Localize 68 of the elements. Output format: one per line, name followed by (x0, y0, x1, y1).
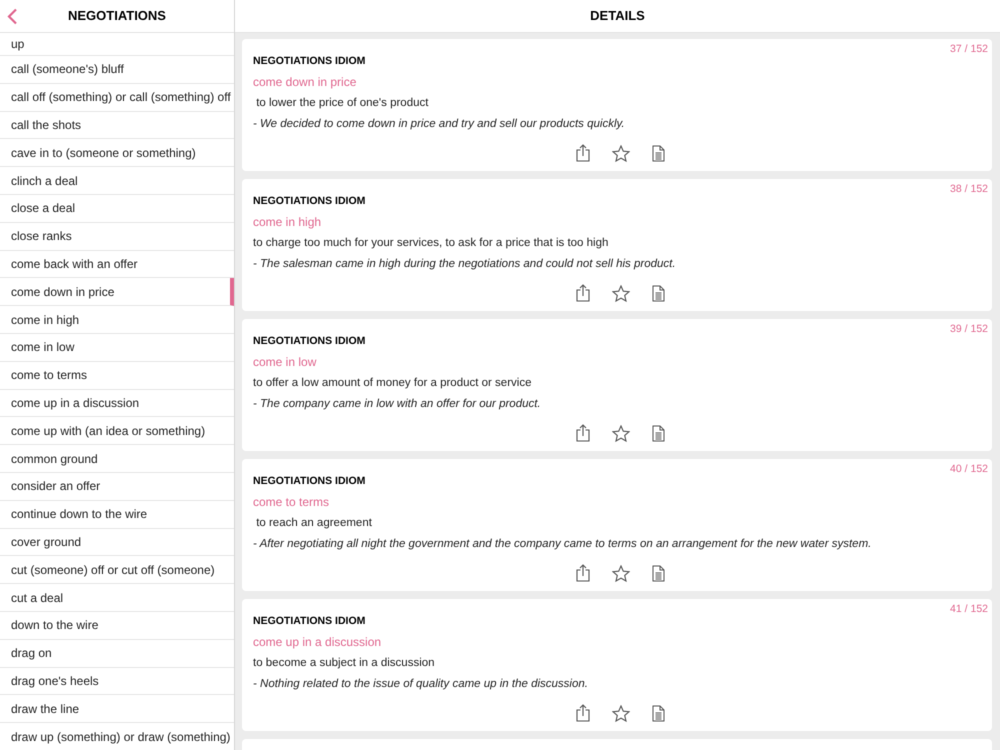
document-icon[interactable] (652, 704, 665, 722)
example-text: - Nothing related to the issue of quality came up in the discussion. (253, 677, 588, 692)
counter: 39 / 152 (950, 322, 988, 337)
counter: 40 / 152 (950, 462, 988, 477)
idiom-term: come in high (253, 215, 322, 230)
list-item[interactable]: cover ground (0, 528, 234, 556)
star-icon[interactable] (612, 564, 630, 582)
list-item[interactable]: call off (something) or call (something) off (0, 84, 234, 112)
share-icon[interactable] (576, 704, 590, 722)
list-item[interactable]: down to the wire (0, 612, 234, 640)
category-label: NEGOTIATIONS IDIOM (253, 474, 366, 488)
definition-text: to lower the price of one's product (255, 96, 428, 111)
list-item[interactable]: cave in to (someone or something) (0, 139, 234, 168)
idiom-term: come up in a discussion (253, 635, 382, 650)
list-item[interactable]: close a deal (0, 194, 234, 223)
star-icon[interactable] (612, 284, 630, 302)
list-item[interactable]: cut (someone) off or cut off (someone) (0, 556, 234, 584)
star-icon[interactable] (612, 704, 630, 722)
list-item[interactable]: drag one's heels (0, 668, 234, 696)
list-item[interactable]: come to terms (0, 362, 234, 390)
counter: 41 / 152 (950, 602, 988, 617)
sidebar-title: NEGOTIATIONS (68, 7, 166, 26)
definition-text: to offer a low amount of money for a product or service (253, 376, 532, 391)
document-icon[interactable] (652, 144, 665, 162)
list-item[interactable]: come in high (0, 306, 234, 334)
list-item[interactable]: come back with an offer (0, 250, 234, 278)
list-item[interactable]: draw up (something) or draw (something) (0, 723, 234, 750)
share-icon[interactable] (576, 144, 590, 162)
counter: 38 / 152 (950, 182, 988, 197)
list-item[interactable]: consider an offer (0, 472, 234, 501)
list-item[interactable]: clinch a deal (0, 167, 234, 195)
list-item[interactable]: common ground (0, 445, 234, 473)
list-item[interactable]: draw the line (0, 695, 234, 724)
back-icon[interactable] (6, 8, 18, 25)
share-icon[interactable] (576, 564, 590, 582)
definition-text: to reach an agreement (255, 516, 372, 531)
list-item[interactable]: close ranks (0, 222, 234, 251)
list-item[interactable]: cut a deal (0, 584, 234, 612)
document-icon[interactable] (652, 424, 665, 442)
list-item[interactable]: come up in a discussion (0, 390, 234, 418)
list-item[interactable]: continue down to the wire (0, 500, 234, 529)
example-text: - The salesman came in high during the negotiations and could not sell his product. (253, 257, 676, 272)
star-icon[interactable] (612, 424, 630, 442)
idiom-term: come down in price (253, 75, 356, 90)
document-icon[interactable] (652, 564, 665, 582)
list-item[interactable]: up (0, 33, 234, 56)
star-icon[interactable] (612, 144, 630, 162)
document-icon[interactable] (652, 284, 665, 302)
share-icon[interactable] (576, 424, 590, 442)
example-text: - After negotiating all night the government and the company came to terms on an arrangement for the new water system. (253, 537, 872, 552)
category-label: NEGOTIATIONS IDIOM (253, 334, 366, 348)
example-text: - The company came in low with an offer for our product. (253, 397, 541, 412)
list-item[interactable]: come up with (an idea or something) (0, 417, 234, 446)
list-item[interactable]: come in low (0, 334, 234, 362)
example-text: - We decided to come down in price and try and sell our products quickly. (253, 117, 625, 132)
list-item[interactable]: drag on (0, 640, 234, 668)
list-item[interactable]: call the shots (0, 112, 234, 140)
details-title: DETAILS (590, 7, 645, 26)
idiom-term: come to terms (253, 495, 330, 510)
definition-text: to charge too much for your services, to ask for a price that is too high (253, 236, 608, 251)
idiom-term: come in low (253, 355, 316, 370)
category-label: NEGOTIATIONS IDIOM (253, 194, 366, 208)
category-label: NEGOTIATIONS IDIOM (253, 614, 366, 628)
counter: 37 / 152 (950, 42, 988, 57)
list-item[interactable]: call (someone's) bluff (0, 56, 234, 84)
definition-text: to become a subject in a discussion (253, 656, 435, 671)
category-label: NEGOTIATIONS IDIOM (253, 54, 366, 68)
share-icon[interactable] (576, 284, 590, 302)
